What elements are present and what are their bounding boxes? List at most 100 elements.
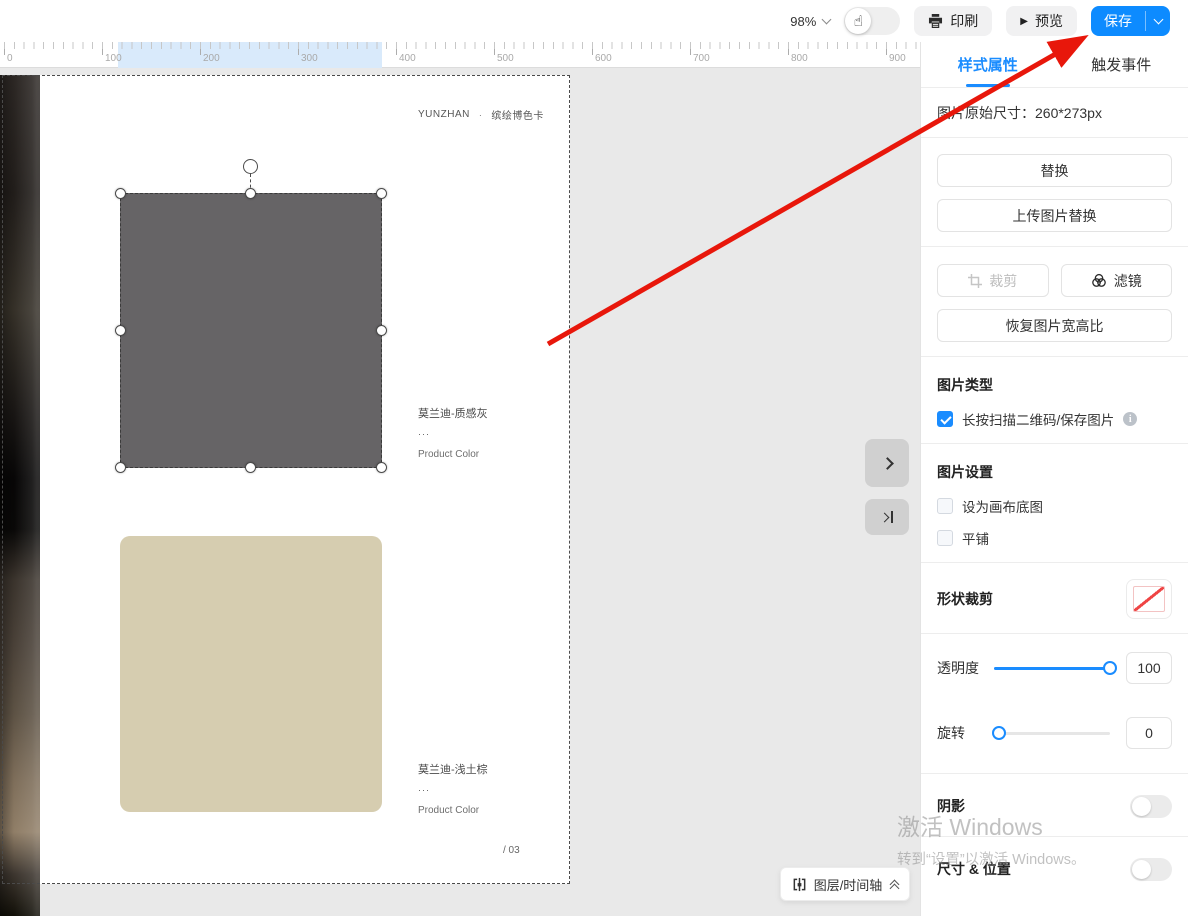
ruler-label: 300	[301, 53, 318, 64]
info-icon[interactable]: i	[1123, 412, 1137, 426]
restore-aspect-ratio-label: 恢复图片宽高比	[1006, 316, 1104, 336]
toggle-knob	[1132, 797, 1151, 816]
restore-aspect-ratio-button[interactable]: 恢复图片宽高比	[937, 309, 1172, 342]
image-type-title: 图片类型	[937, 375, 1172, 395]
replace-button[interactable]: 替换	[937, 154, 1172, 187]
crop-button[interactable]: 裁剪	[937, 264, 1049, 297]
rotate-label: 旋转	[937, 723, 992, 743]
layers-timeline-icon	[792, 877, 807, 892]
next-page-button[interactable]	[865, 439, 909, 487]
chevron-down-icon	[822, 14, 832, 24]
divider	[921, 562, 1188, 563]
selection-handle-se[interactable]	[376, 462, 387, 473]
swatch-dots: ···	[418, 785, 558, 795]
swatch-name: 莫兰迪-质感灰	[418, 405, 558, 421]
save-dropdown-button[interactable]	[1146, 6, 1170, 36]
shadow-label: 阴影	[937, 796, 965, 816]
tab-trigger-events[interactable]: 触发事件	[1055, 42, 1188, 87]
selection-handle-s[interactable]	[245, 462, 256, 473]
selection-handle-ne[interactable]	[376, 188, 387, 199]
properties-panel: 样式属性 触发事件 图片原始尺寸：260*273px 替换 上传图片替换 裁剪 …	[920, 42, 1188, 916]
tab-label: 样式属性	[958, 54, 1018, 75]
divider	[921, 356, 1188, 357]
tile-label: 平铺	[962, 528, 989, 548]
shape-crop-button[interactable]	[1126, 579, 1172, 619]
ruler-label: 800	[791, 53, 808, 64]
rotate-slider[interactable]	[994, 732, 1110, 735]
print-button[interactable]: 印刷	[914, 6, 992, 36]
collapse-up-icon	[891, 881, 898, 888]
selection-handle-e[interactable]	[376, 325, 387, 336]
page-number: / 03	[503, 845, 520, 856]
top-toolbar: 98% ☝ 印刷 ▶ 预览 保存	[0, 0, 1188, 42]
qr-save-label: 长按扫描二维码/保存图片	[962, 409, 1114, 429]
toggle-knob	[1132, 860, 1151, 879]
crop-label: 裁剪	[989, 271, 1017, 291]
save-button-group: 保存	[1091, 6, 1170, 36]
shape-none-icon	[1133, 586, 1165, 612]
selection-handle-w[interactable]	[115, 325, 126, 336]
tab-style-properties[interactable]: 样式属性	[921, 42, 1055, 87]
upload-replace-button[interactable]: 上传图片替换	[937, 199, 1172, 232]
size-position-toggle[interactable]	[1130, 858, 1172, 881]
rotation-handle[interactable]	[243, 159, 258, 174]
replace-label: 替换	[1041, 161, 1069, 181]
opacity-input[interactable]	[1126, 652, 1172, 684]
chevron-right-icon	[880, 512, 890, 522]
print-label: 印刷	[950, 11, 978, 31]
toggle-knob: ☝	[845, 8, 871, 34]
chevron-down-icon	[1153, 14, 1163, 24]
zoom-control[interactable]: 98%	[790, 14, 830, 29]
horizontal-ruler: 0 100 200 300 400 500 600 700 800 900	[0, 42, 920, 68]
swatch-dots: ···	[418, 429, 558, 439]
end-bar-icon	[891, 511, 893, 523]
swatch-label-gray: 莫兰迪-质感灰 ··· Product Color	[418, 405, 558, 460]
shadow-toggle[interactable]	[1130, 795, 1172, 818]
qr-save-checkbox[interactable]	[937, 411, 953, 427]
filter-button[interactable]: 滤镜	[1061, 264, 1173, 297]
opacity-slider[interactable]	[994, 667, 1110, 670]
selection-handle-n[interactable]	[245, 188, 256, 199]
brand-name: YUNZHAN	[418, 109, 470, 120]
preview-label: 预览	[1035, 11, 1063, 31]
filter-label: 滤镜	[1114, 271, 1142, 291]
slider-knob[interactable]	[1103, 661, 1117, 675]
save-button[interactable]: 保存	[1091, 6, 1145, 36]
last-page-button[interactable]	[865, 499, 909, 535]
preview-button[interactable]: ▶ 预览	[1006, 6, 1077, 36]
ruler-ticks	[0, 42, 920, 67]
rotate-input[interactable]	[1126, 717, 1172, 749]
image-settings-title: 图片设置	[937, 462, 1172, 482]
canvas-workspace: YUNZHAN · 缤绘博色卡 莫兰迪-质感灰 ··· Product Colo…	[0, 68, 920, 916]
brand-line: YUNZHAN · 缤绘博色卡	[418, 107, 544, 122]
panel-tabs: 样式属性 触发事件	[921, 42, 1188, 88]
selection-handle-nw[interactable]	[115, 188, 126, 199]
background-photo[interactable]	[0, 75, 40, 916]
swatch-name: 莫兰迪-浅土棕	[418, 761, 558, 777]
tile-checkbox[interactable]	[937, 530, 953, 546]
layers-timeline-button[interactable]: 图层/时间轴	[780, 867, 910, 901]
set-canvas-bg-label: 设为画布底图	[962, 496, 1043, 516]
play-icon: ▶	[1020, 16, 1028, 27]
tan-swatch-image[interactable]	[120, 536, 382, 812]
opacity-label: 透明度	[937, 658, 992, 678]
divider	[921, 633, 1188, 634]
shape-crop-label: 形状裁剪	[937, 589, 993, 609]
ruler-label: 100	[105, 53, 122, 64]
hand-tool-toggle[interactable]: ☝	[844, 7, 900, 35]
set-canvas-bg-checkbox[interactable]	[937, 498, 953, 514]
brand-title: 缤绘博色卡	[491, 107, 544, 122]
slider-knob[interactable]	[992, 726, 1006, 740]
zoom-level: 98%	[790, 14, 816, 29]
selected-image[interactable]	[120, 193, 382, 468]
ruler-label: 700	[693, 53, 710, 64]
divider	[921, 246, 1188, 247]
printer-icon	[928, 14, 943, 28]
upload-replace-label: 上传图片替换	[1013, 206, 1097, 226]
ruler-label: 900	[889, 53, 906, 64]
ruler-label: 600	[595, 53, 612, 64]
swatch-label-tan: 莫兰迪-浅土棕 ··· Product Color	[418, 761, 558, 816]
selection-handle-sw[interactable]	[115, 462, 126, 473]
image-original-size: 图片原始尺寸：260*273px	[921, 88, 1188, 138]
filter-icon	[1091, 273, 1107, 288]
